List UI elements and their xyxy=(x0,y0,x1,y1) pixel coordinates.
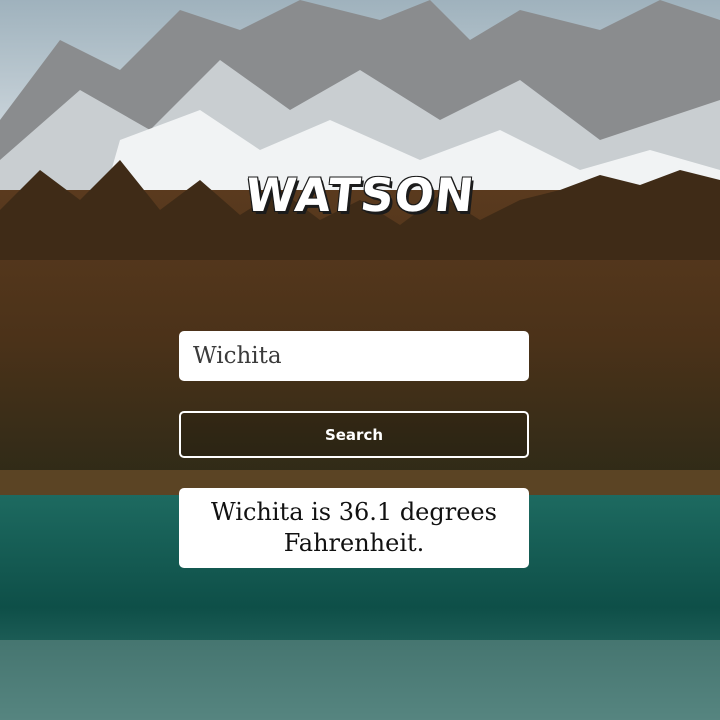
app-logo: WATSON xyxy=(242,168,478,222)
page: WATSON Search Wichita is 36.1 degrees Fa… xyxy=(0,0,720,720)
weather-result-text: Wichita is 36.1 degrees Fahrenheit. xyxy=(211,498,497,557)
city-search-input[interactable] xyxy=(179,331,529,381)
search-button[interactable]: Search xyxy=(179,411,529,458)
weather-result-box: Wichita is 36.1 degrees Fahrenheit. xyxy=(179,488,529,568)
